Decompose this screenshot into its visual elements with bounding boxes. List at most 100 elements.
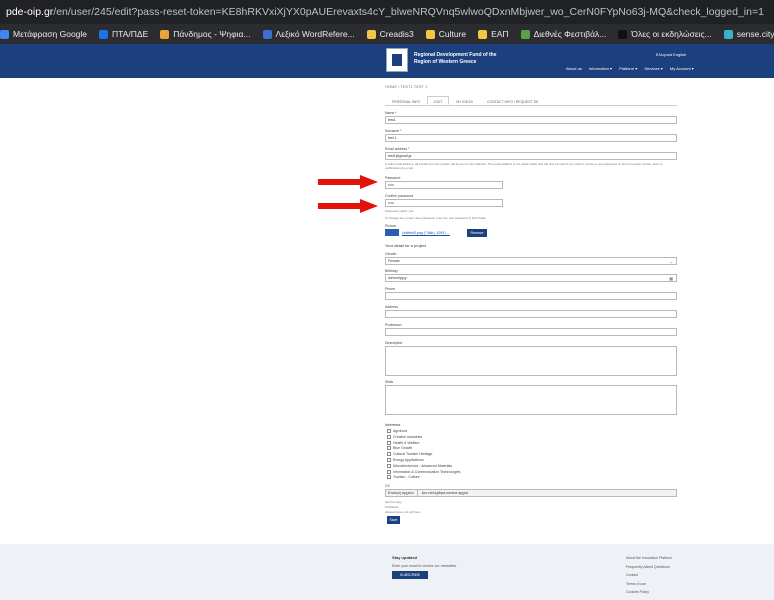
bookmark-label: Διεθνές Φεστιβάλ... (533, 29, 607, 39)
bookmark-favicon-icon (0, 29, 9, 39)
footer-link-about[interactable]: About the Innovation Platform (626, 554, 672, 563)
tab-edit[interactable]: EDIT (427, 96, 450, 105)
address-bar[interactable]: pde-oip.gr/en/user/245/edit?pass-reset-t… (0, 0, 774, 24)
confirm-password-label: Confirm password (385, 194, 414, 198)
subscribe-button[interactable]: SUBSCRIBE (392, 571, 428, 579)
interest-checkbox[interactable]: Creative Industries (387, 435, 422, 439)
name-field[interactable]: test1 (385, 116, 677, 124)
gender-select[interactable]: Female ⌄ (385, 257, 677, 265)
nav-about[interactable]: About us (566, 66, 582, 71)
footer-link-contact[interactable]: Contact (626, 571, 672, 580)
remove-picture-button[interactable]: Remove (467, 229, 487, 237)
interest-checkbox[interactable]: Tourism - Culture (387, 475, 420, 480)
description-label: Description (385, 341, 403, 345)
interest-label: Tourism - Culture (393, 475, 420, 480)
nav-my-account[interactable]: My Account ▾ (670, 66, 694, 71)
bookmark-favicon-icon (618, 29, 628, 39)
checkbox-icon[interactable] (387, 452, 391, 457)
gender-value: Female (388, 259, 400, 263)
bookmark-item[interactable]: Πάνδημος - Ψηφια... (160, 29, 251, 39)
tab-contact-info[interactable]: CONTACT INFO / REQUEST DE (480, 96, 546, 105)
checkbox-icon[interactable] (387, 463, 391, 468)
password-label: Password (385, 176, 401, 180)
cv-file-status: Δεν επιλέχθηκε κανένα αρχείο (421, 491, 469, 495)
choose-file-button[interactable]: Επιλογή αρχείου (388, 490, 418, 496)
password-field[interactable]: ••••• (385, 181, 503, 189)
checkbox-icon[interactable] (387, 469, 391, 474)
interest-label: Agrofood (393, 429, 408, 433)
skills-textarea[interactable] (385, 385, 677, 415)
bookmark-label: sense.city (736, 29, 774, 39)
description-textarea[interactable] (385, 346, 677, 376)
nav-information[interactable]: Information ▾ (589, 66, 612, 71)
url-path: /en/user/245/edit?pass-reset-token=KE8hR… (53, 6, 764, 18)
interests-heading: Interests (385, 422, 401, 427)
bookmark-label: Πάνδημος - Ψηφια... (173, 29, 251, 39)
nav-platform[interactable]: Platform ▾ (619, 66, 637, 71)
bookmark-item[interactable]: Λεξικό WordRefere... (262, 29, 355, 39)
surname-field[interactable]: test 1 (385, 134, 677, 142)
bookmarks-bar: Μετάφραση Google ΠΤΑ/ΠΔΕ Πάνδημος - Ψηφια.… (0, 24, 774, 44)
birthday-placeholder: dd/mm/yyyy (388, 276, 407, 280)
interest-checkbox[interactable]: Health & Welfare (387, 441, 419, 445)
interest-checkbox[interactable]: Energy Applications (387, 458, 424, 463)
bookmark-item[interactable]: Διεθνές Φεστιβάλ... (520, 29, 607, 39)
checkbox-icon[interactable] (387, 446, 391, 451)
interest-checkbox[interactable]: Cultural Tourism Heritage (387, 452, 432, 457)
profession-label: Profession (385, 323, 402, 327)
checkbox-icon[interactable] (387, 458, 391, 463)
bookmark-item[interactable]: sense.city (723, 29, 774, 39)
interest-checkbox[interactable]: Information & Communication Technologies (387, 470, 460, 474)
birthday-label: Birthday (385, 269, 398, 273)
password-help: To change the current user password, ent… (385, 216, 487, 220)
tab-personal-info[interactable]: PERSONAL INFO (385, 96, 427, 105)
bookmark-label: Λεξικό WordRefere... (275, 29, 355, 39)
checkbox-icon[interactable] (387, 429, 391, 434)
interest-label: Creative Industries (393, 434, 423, 439)
interest-label: Health & Welfare (393, 440, 420, 445)
tab-my-ideas[interactable]: MY IDEAS (449, 96, 480, 105)
profession-field[interactable] (385, 328, 677, 336)
interest-checkbox[interactable]: Microelectronics - Advanced Materials (387, 464, 452, 468)
phone-field[interactable] (385, 292, 677, 300)
footer-link-faq[interactable]: Frequently Asked Questions (626, 563, 672, 572)
bookmark-item[interactable]: Όλες οι εκδηλώσεις... (618, 29, 712, 39)
breadcrumb: HOME / TEST1 TEST 1 (385, 84, 428, 89)
name-label: Name * (385, 111, 397, 115)
profile-tabs: PERSONAL INFO EDIT MY IDEAS CONTACT INFO… (385, 96, 677, 106)
footer-link-cookies[interactable]: Cookies Policy (626, 588, 672, 597)
interest-label: Blue Growth (393, 446, 413, 451)
bookmark-item[interactable]: Μετάφραση Google (0, 29, 87, 39)
calendar-icon[interactable]: ▦ (669, 276, 673, 282)
site-logo[interactable] (386, 48, 408, 72)
bookmark-favicon-icon (723, 29, 733, 39)
checkbox-icon[interactable] (387, 475, 391, 480)
interest-label: Energy Applications (393, 458, 424, 462)
bookmark-item[interactable]: ΕΑΠ (478, 29, 509, 39)
nav-services[interactable]: Services ▾ (644, 66, 662, 71)
bookmark-item[interactable]: ΠΤΑ/ΠΔΕ (99, 29, 148, 39)
interest-checkbox[interactable]: Agrofood (387, 429, 408, 434)
bookmark-item[interactable]: Culture (425, 29, 466, 39)
interest-checkbox[interactable]: Blue Growth (387, 446, 413, 451)
consent-line-2: Published (385, 505, 399, 509)
picture-thumbnail (385, 229, 399, 236)
brand-line-1: Regional Development Fund of the (414, 52, 497, 58)
confirm-password-field[interactable]: ••••• (385, 199, 503, 207)
bookmark-favicon-icon (99, 29, 109, 39)
footer-link-terms[interactable]: Terms of use (626, 580, 672, 589)
picture-file-link[interactable]: Untitled3.png (7.6kb), 1093 | ... (402, 231, 450, 235)
email-label: Email address * (385, 147, 410, 151)
address-field[interactable] (385, 310, 677, 318)
bookmark-item[interactable]: Creadis3 (366, 29, 414, 39)
checkbox-icon[interactable] (387, 434, 391, 439)
skills-label: Skills (385, 380, 394, 384)
save-button[interactable]: Save (387, 516, 400, 524)
url-host: pde-oip.gr (6, 6, 54, 18)
phone-label: Phone (385, 287, 396, 291)
language-switcher[interactable]: Ελληνικά English (656, 52, 686, 57)
email-field[interactable]: test1@gmail.gr (385, 152, 677, 160)
checkbox-icon[interactable] (387, 440, 391, 445)
cv-file-input[interactable]: Επιλογή αρχείου Δεν επιλέχθηκε κανένα αρ… (385, 489, 677, 497)
birthday-field[interactable]: dd/mm/yyyy ▦ (385, 274, 677, 282)
